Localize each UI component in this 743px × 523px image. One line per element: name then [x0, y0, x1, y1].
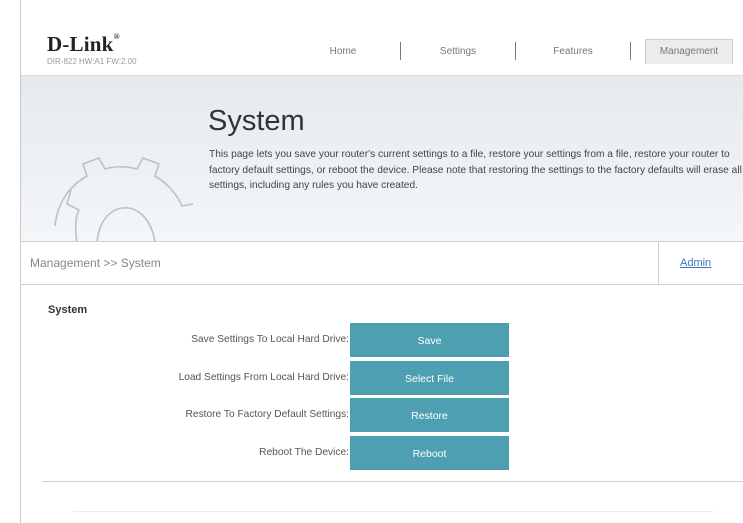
brand-registered-mark: ® — [113, 32, 120, 41]
save-settings-label: Save Settings To Local Hard Drive: — [191, 334, 349, 345]
admin-link[interactable]: Admin — [680, 257, 711, 269]
restore-defaults-label: Restore To Factory Default Settings: — [185, 409, 349, 420]
main-nav: Home Settings Features Management — [286, 38, 733, 64]
reboot-label: Reboot The Device: — [259, 447, 349, 458]
reboot-button[interactable]: Reboot — [350, 436, 509, 470]
restore-button[interactable]: Restore — [350, 398, 509, 432]
save-button[interactable]: Save — [350, 323, 509, 357]
section-title: System — [48, 304, 88, 316]
firmware-version: DIR-822 HW:A1 FW:2.00 — [47, 57, 137, 66]
breadcrumb: Management >> System — [30, 256, 161, 270]
nav-separator — [630, 42, 631, 60]
select-file-button[interactable]: Select File — [350, 361, 509, 395]
nav-features[interactable]: Features — [516, 46, 630, 57]
breadcrumb-bar: Management >> System Admin — [21, 241, 743, 285]
router-admin-page: D-Link® DIR-822 HW:A1 FW:2.00 Home Setti… — [20, 0, 743, 523]
dlink-logo: D-Link® — [47, 32, 120, 57]
footer-line — [73, 511, 713, 512]
gear-icon — [54, 157, 194, 243]
load-settings-label: Load Settings From Local Hard Drive: — [178, 372, 349, 383]
admin-tab: Admin — [658, 242, 743, 284]
section-divider — [42, 481, 743, 482]
nav-management-active[interactable]: Management — [645, 38, 733, 64]
nav-settings[interactable]: Settings — [401, 46, 515, 57]
page-description: This page lets you save your router's cu… — [209, 149, 742, 191]
brand-name: D-Link — [47, 32, 114, 56]
nav-home[interactable]: Home — [286, 46, 400, 57]
page-banner: System This page lets you save your rout… — [21, 75, 743, 243]
top-bar: D-Link® DIR-822 HW:A1 FW:2.00 Home Setti… — [21, 0, 743, 75]
page-title: System — [208, 105, 305, 137]
